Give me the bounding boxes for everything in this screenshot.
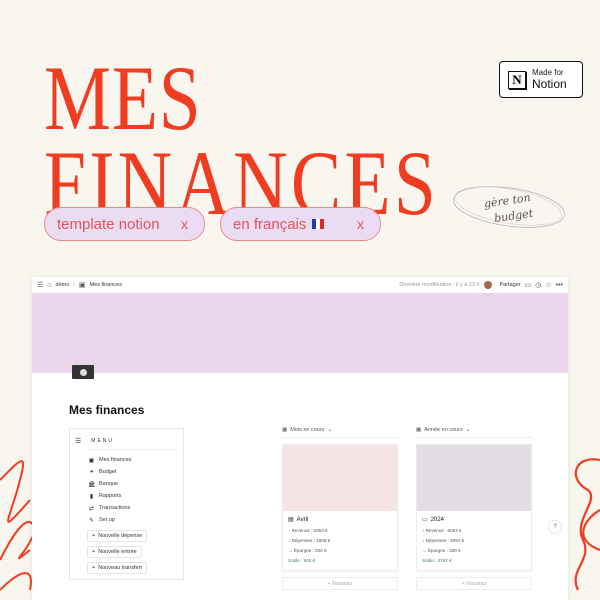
notion-logo-icon: N bbox=[508, 70, 526, 89]
card-revenus: ↑ Revenus : 6053 € bbox=[422, 528, 462, 533]
menu-item-transactions[interactable]: ⇄ Transactions bbox=[88, 502, 183, 514]
more-icon[interactable]: ••• bbox=[556, 282, 563, 289]
new-card-button[interactable]: + Nouveau bbox=[416, 577, 532, 590]
calendar-icon: ▭ bbox=[422, 517, 428, 523]
gallery-icon: ▦ bbox=[416, 427, 422, 433]
menu-item-icon: ⇄ bbox=[88, 505, 95, 512]
menu-item-rapports[interactable]: ▮ Rapports bbox=[88, 490, 183, 502]
card-solde: Solde : 845 € bbox=[288, 558, 316, 563]
help-button[interactable]: ? bbox=[548, 520, 562, 534]
menu-callout: ☰ MENU ▣ Mes finances ◕ Budget 🏛 Banque ▮ Ra… bbox=[69, 428, 184, 580]
card-epargne: → Épargne : 200 € bbox=[288, 548, 327, 553]
comments-icon[interactable]: ▭ bbox=[525, 281, 532, 289]
menu-item-banque[interactable]: 🏛 Banque bbox=[88, 478, 183, 490]
menu-item-budget[interactable]: ◕ Budget bbox=[88, 466, 183, 478]
pill-label: template notion bbox=[57, 215, 160, 233]
card-title: Avril bbox=[296, 517, 309, 523]
breadcrumb-workspace[interactable]: démo bbox=[56, 282, 70, 288]
chevron-down-icon: ⌄ bbox=[465, 427, 471, 433]
breadcrumb-page[interactable]: Mes finances bbox=[89, 282, 121, 288]
card-depenses: ↓ Dépenses : 2091 € bbox=[422, 538, 465, 543]
menu-item-mes-finances[interactable]: ▣ Mes finances bbox=[88, 454, 183, 466]
plus-icon: + bbox=[92, 533, 96, 539]
menu-item-label: Rapports bbox=[99, 493, 122, 499]
menu-item-label: Mes finances bbox=[99, 457, 132, 463]
hero-title: MES FINANCES bbox=[44, 47, 439, 228]
menu-item-icon: 🏛 bbox=[88, 481, 96, 488]
page-cover bbox=[32, 293, 568, 373]
new-transfer-button[interactable]: + Nouveau transfert bbox=[87, 562, 147, 574]
sidebar-menu-icon[interactable]: ☰ bbox=[37, 281, 43, 289]
menu-item-label: Set up bbox=[99, 517, 115, 523]
menu-item-label: Banque bbox=[99, 481, 118, 487]
close-icon: x bbox=[357, 216, 364, 232]
plus-icon: + bbox=[92, 565, 96, 571]
page-title: Mes finances bbox=[69, 403, 145, 417]
decorative-scribble-right bbox=[574, 458, 600, 591]
button-label: Nouvelle dépense bbox=[98, 533, 143, 539]
menu-item-icon: ◕ bbox=[89, 469, 94, 475]
money-icon bbox=[72, 365, 94, 379]
gallery-icon: ▦ bbox=[282, 427, 288, 433]
made-for-notion-badge: N Made for Notion bbox=[499, 61, 583, 98]
menu-item-set-up[interactable]: ✎ Set up bbox=[88, 514, 183, 526]
gallery-current-month: ▦ Mois en cours ⌄ ▤ Avril ↑ Revenus : 2053 … bbox=[282, 427, 398, 590]
pill-en-francais: en français x bbox=[220, 207, 381, 241]
badge-big-text: Notion bbox=[532, 77, 567, 91]
divider bbox=[88, 449, 177, 450]
new-card-button[interactable]: + Nouveau bbox=[282, 577, 398, 590]
view-selector[interactable]: ▦ Mois en cours ⌄ bbox=[282, 427, 398, 438]
button-label: Nouveau transfert bbox=[98, 565, 142, 571]
button-label: Nouvelle entrée bbox=[98, 549, 137, 555]
plus-icon: + bbox=[92, 549, 96, 555]
page-breadcrumb-icon: ▣ bbox=[78, 282, 86, 289]
gallery-current-year: ▦ Année en cours ⌄ ▭ 2024 ↑ Revenus : 6053 … bbox=[416, 427, 532, 590]
card-revenus: ↑ Revenus : 2053 € bbox=[288, 528, 328, 533]
close-icon: x bbox=[181, 216, 188, 232]
card-avril[interactable]: ▤ Avril ↑ Revenus : 2053 € ↓ Dépenses : 1… bbox=[282, 444, 398, 571]
calendar-icon: ▤ bbox=[288, 517, 294, 523]
pill-template-notion: template notion x bbox=[44, 207, 205, 241]
workspace-icon: ⌂ bbox=[47, 281, 52, 289]
share-button[interactable]: Partager bbox=[500, 282, 521, 288]
card-2024[interactable]: ▭ 2024 ↑ Revenus : 6053 € ↓ Dépenses : 20… bbox=[416, 444, 532, 571]
star-icon[interactable]: ☆ bbox=[545, 281, 551, 289]
view-selector[interactable]: ▦ Année en cours ⌄ bbox=[416, 427, 532, 438]
menu-item-icon: ✎ bbox=[88, 517, 95, 524]
card-cover bbox=[283, 445, 397, 511]
gere-ton-budget-stamp: gère ton budget bbox=[453, 186, 565, 228]
menu-item-label: Budget bbox=[99, 469, 117, 475]
new-expense-button[interactable]: + Nouvelle dépense bbox=[87, 530, 148, 542]
menu-item-icon: ▮ bbox=[89, 493, 94, 500]
card-solde: Solde : 3762 € bbox=[422, 558, 452, 563]
topbar: ☰ ⌂ démo / ▣ Mes finances Dernière modif… bbox=[32, 277, 568, 293]
history-icon[interactable]: ◷ bbox=[535, 281, 541, 289]
view-label: Mois en cours bbox=[290, 427, 325, 433]
pill-label: en français bbox=[233, 215, 307, 233]
hamburger-icon: ☰ bbox=[75, 438, 84, 445]
avatar[interactable] bbox=[483, 281, 492, 289]
menu-heading: MENU bbox=[91, 438, 115, 444]
card-depenses: ↓ Dépenses : 1008 € bbox=[288, 538, 331, 543]
card-title: 2024 bbox=[430, 517, 445, 523]
card-cover bbox=[417, 445, 531, 511]
badge-small-text: Made for bbox=[532, 68, 564, 77]
notion-window: ☰ ⌂ démo / ▣ Mes finances Dernière modif… bbox=[32, 277, 568, 600]
chevron-down-icon: ⌄ bbox=[327, 427, 333, 433]
breadcrumb-separator: / bbox=[73, 282, 75, 288]
french-flag-icon bbox=[312, 219, 325, 229]
hero-title-line1: MES bbox=[44, 47, 202, 149]
stamp-line2: budget bbox=[493, 207, 534, 225]
new-income-button[interactable]: + Nouvelle entrée bbox=[87, 546, 142, 558]
card-epargne: → Épargne : 200 € bbox=[422, 548, 461, 553]
view-label: Année en cours bbox=[424, 427, 463, 433]
last-modified: Dernière modification : il y a 23 h bbox=[399, 282, 480, 288]
menu-item-icon: ▣ bbox=[88, 457, 95, 464]
menu-item-label: Transactions bbox=[99, 505, 131, 511]
